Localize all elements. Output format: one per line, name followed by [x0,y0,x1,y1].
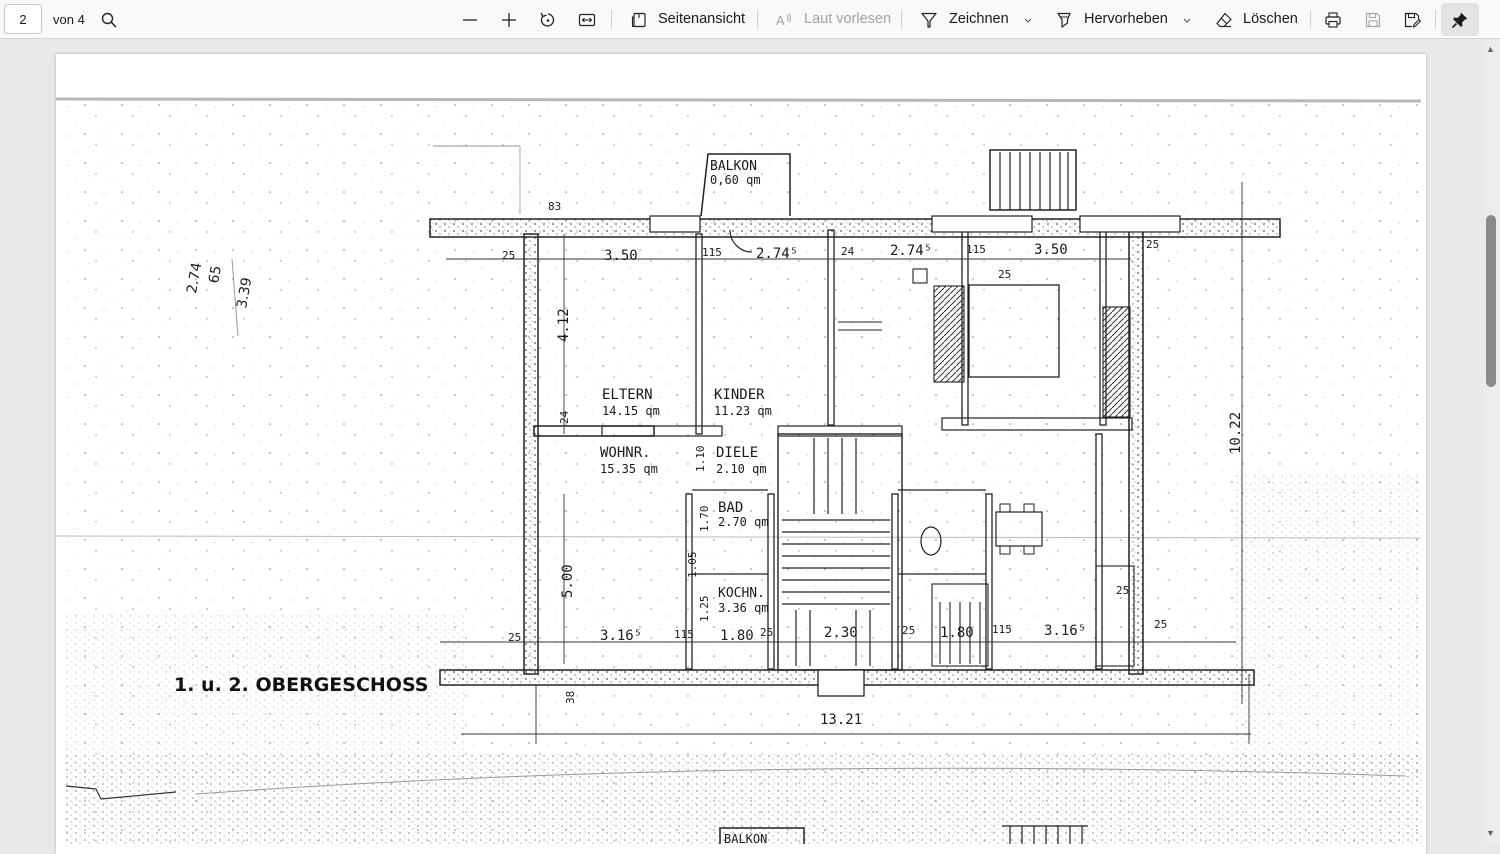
room-kinder-area: 11.23 qm [714,404,772,418]
balcony-bottom-label: BALKON [724,832,767,844]
dim-label: 10.22 [1228,412,1244,454]
room-wohnr-area: 15.35 qm [600,462,658,476]
floor-plan-drawing: 2.74 65 3.39 BALKON 0,60 qm ELTERN 14.15… [56,97,1422,846]
dim-label: 115 [674,628,694,641]
room-eltern-area: 14.15 qm [602,404,660,418]
page-view-icon[interactable] [626,7,652,33]
toolbar-separator [1435,10,1436,29]
zoom-in-icon[interactable] [496,7,522,33]
room-kinder-label: KINDER [714,387,765,403]
dim-label: 3.16⁵ [1044,623,1086,639]
room-bad-label: BAD [718,500,743,516]
save-icon [1360,7,1386,33]
dim-label: 115 [702,246,722,259]
chevron-down-icon[interactable] [1015,7,1041,33]
room-koch-label: KOCHN. [718,586,765,601]
page-number-input[interactable] [4,4,42,34]
dim-label: 3.50 [1034,242,1068,258]
document-page: 2.74 65 3.39 BALKON 0,60 qm ELTERN 14.15… [56,54,1426,854]
dim-label: 25 [998,268,1011,281]
dim-label: 1.80 [720,628,754,644]
dim-label: 1.25 [698,596,711,623]
scrollbar-thumb[interactable] [1486,215,1496,387]
rotate-icon[interactable] [535,7,561,33]
page-total-label: von 4 [53,12,85,27]
pencil-note: 65 [206,264,225,284]
dim-label: 2.30 [824,625,858,641]
vertical-scrollbar[interactable] [1484,40,1500,844]
toolbar-separator [1310,10,1311,29]
room-diele-area: 2.10 qm [716,462,767,476]
room-koch-area: 3.36 qm [718,601,769,615]
dim-label: 25 [760,626,773,639]
room-wohnr-label: WOHNR. [600,445,651,461]
scroll-up-arrow[interactable]: ▲ [1486,44,1495,54]
erase-button[interactable]: Löschen [1243,11,1298,27]
toolbar-separator [611,10,612,29]
eraser-icon[interactable] [1211,7,1237,33]
dim-label: 25 [1154,618,1167,631]
dim-label: 1.05 [686,552,699,579]
pen-icon[interactable] [916,7,942,33]
pdf-toolbar: von 4 Seitenansicht A Laut vorlesen Zeic… [0,0,1500,39]
dim-label: 25 [1146,238,1159,251]
chevron-down-icon[interactable] [1174,7,1200,33]
toolbar-separator [757,10,758,29]
page-view-button[interactable]: Seitenansicht [658,11,745,27]
room-diele-label: DIELE [716,445,758,461]
floor-title: 1. u. 2. OBERGESCHOSS [174,674,428,696]
dim-label: 2.74⁵ [890,243,932,259]
print-icon[interactable] [1320,7,1346,33]
highlighter-icon[interactable] [1051,7,1077,33]
dim-label: 3.50 [604,248,638,264]
dim-label: 4.12 [556,308,572,342]
read-aloud-button: Laut vorlesen [804,11,892,27]
dim-label: 24 [841,245,855,258]
toolbar-separator [901,10,902,29]
save-as-icon[interactable] [1399,7,1425,33]
search-icon[interactable] [96,7,122,33]
pin-toolbar-button[interactable] [1441,3,1479,36]
scroll-down-arrow[interactable]: ▼ [1486,828,1495,838]
draw-button[interactable]: Zeichnen [949,11,1009,27]
dim-label: 3.16⁵ [600,628,642,644]
dim-label: 2.74⁵ [756,246,798,262]
dim-label: 5.00 [560,564,576,598]
dim-label: 115 [992,623,1012,636]
dim-label: 38 [564,691,577,704]
room-bad-area: 2.70 qm [718,515,769,529]
zoom-out-icon[interactable] [457,7,483,33]
svg-text:A: A [776,13,785,28]
dim-label: 1.80 [940,625,974,641]
dim-label: 25 [502,249,515,262]
highlight-button[interactable]: Hervorheben [1084,11,1168,27]
dim-label: 25 [508,631,521,644]
dim-label: 13.21 [820,712,862,728]
dim-label: 115 [966,243,986,256]
dim-label: 25 [1116,584,1129,597]
balcony-top-area: 0,60 qm [710,173,761,187]
read-aloud-icon: A [771,7,797,33]
fit-width-icon[interactable] [574,7,600,33]
pin-icon [1451,12,1468,28]
dim-label: 24 [558,410,571,424]
dim-label: 83 [548,200,561,213]
dim-label: 25 [902,624,915,637]
dim-label: 1.10 [694,446,707,473]
dim-label: 1.70 [698,506,711,533]
room-eltern-label: ELTERN [602,387,653,403]
balcony-top-label: BALKON [710,159,757,174]
